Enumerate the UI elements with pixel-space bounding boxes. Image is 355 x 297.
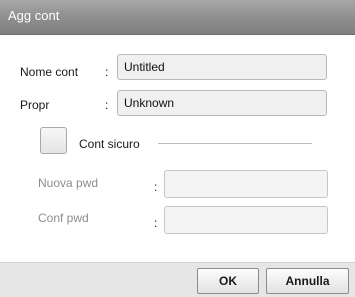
- secure-label: Cont sicuro: [79, 137, 140, 151]
- secure-checkbox[interactable]: [40, 127, 67, 154]
- confirm-password-separator: :: [154, 216, 158, 230]
- cancel-button[interactable]: Annulla: [266, 268, 349, 294]
- name-label: Nome cont: [20, 65, 79, 79]
- dialog-footer: OK Annulla: [0, 262, 355, 297]
- section-divider: [158, 143, 312, 144]
- add-container-dialog: Agg cont Nome cont : Propr : Cont sicuro…: [0, 0, 355, 297]
- owner-label: Propr: [20, 98, 50, 112]
- title-bar: Agg cont: [0, 0, 355, 35]
- new-password-separator: :: [154, 180, 158, 194]
- new-password-label: Nuova pwd: [38, 176, 99, 190]
- ok-button[interactable]: OK: [197, 268, 259, 294]
- dialog-body: Nome cont : Propr : Cont sicuro Nuova pw…: [0, 35, 355, 262]
- new-password-field[interactable]: [164, 170, 328, 198]
- dialog-title: Agg cont: [8, 8, 60, 23]
- confirm-password-label: Conf pwd: [38, 211, 89, 225]
- owner-separator: :: [105, 98, 109, 112]
- name-separator: :: [105, 65, 109, 79]
- name-field[interactable]: [117, 54, 327, 80]
- confirm-password-field[interactable]: [164, 206, 328, 234]
- owner-field[interactable]: [117, 90, 327, 116]
